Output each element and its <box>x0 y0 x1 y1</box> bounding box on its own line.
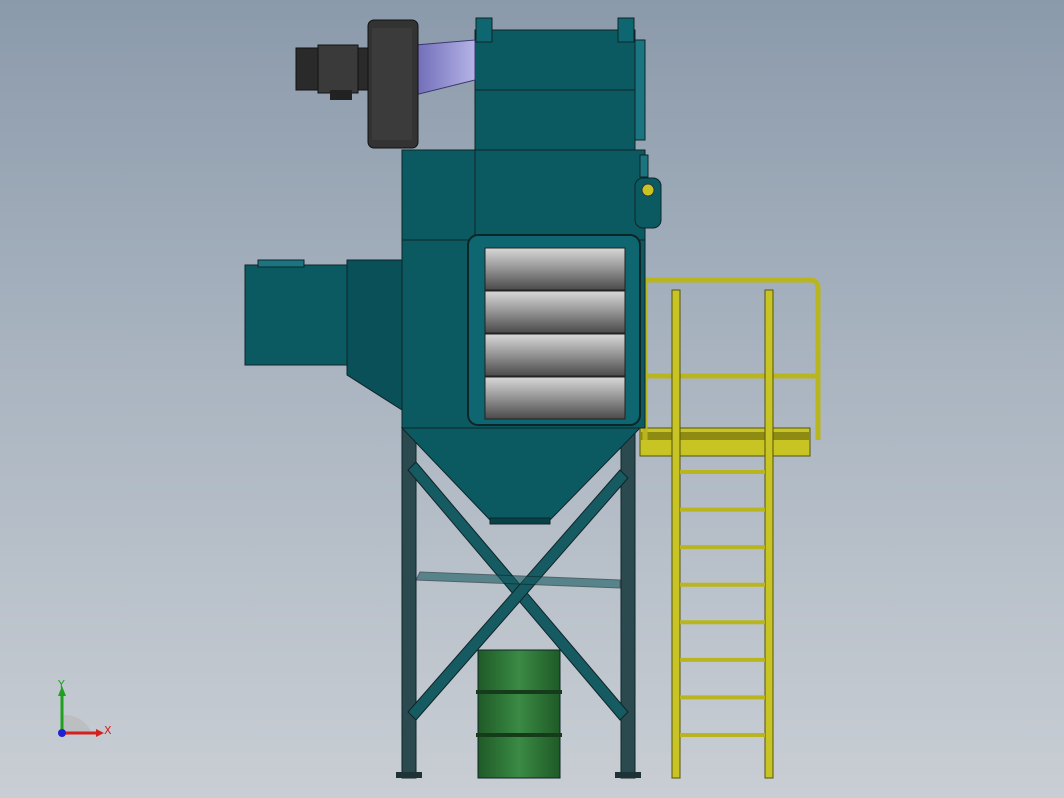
dust-collector-model[interactable] <box>0 0 1064 798</box>
y-axis-label: Y <box>58 678 65 691</box>
hopper <box>400 427 642 521</box>
collection-drum[interactable] <box>476 649 562 779</box>
transition-duct <box>414 39 476 96</box>
access-ladder[interactable] <box>671 289 774 779</box>
upper-clean-air-plenum <box>474 17 646 151</box>
axis-triad: Y X <box>40 670 130 760</box>
hopper-outlet <box>489 517 551 525</box>
x-axis-label: X <box>104 724 112 737</box>
axis-triad-graphic <box>58 686 104 737</box>
fan-motor <box>295 44 369 100</box>
inlet-duct <box>244 259 403 411</box>
blower-housing <box>367 19 419 149</box>
guard-rail <box>642 277 821 440</box>
model-viewport[interactable]: Y X <box>0 0 1064 798</box>
filter-access-door[interactable] <box>467 234 641 426</box>
access-platform <box>639 427 811 457</box>
